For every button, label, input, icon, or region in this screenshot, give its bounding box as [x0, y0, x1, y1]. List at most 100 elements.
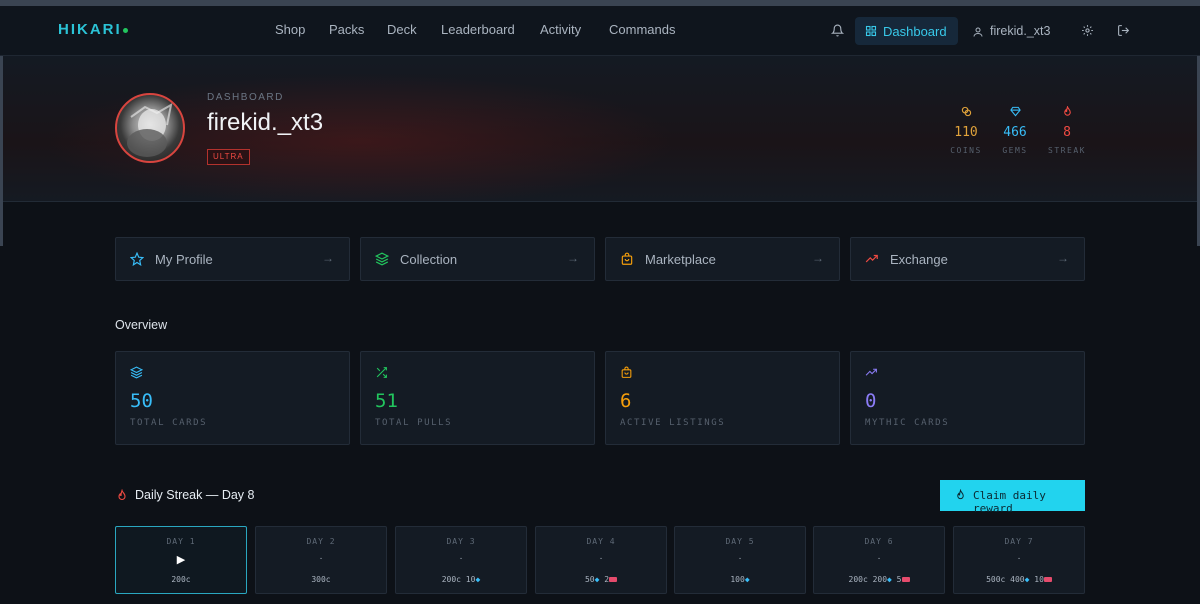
day-label: DAY 1: [166, 537, 196, 546]
day-status-dot: ·: [459, 553, 463, 564]
marketplace-label: Marketplace: [645, 252, 716, 267]
overview-heading: Overview: [115, 318, 168, 332]
online-status-dot: [123, 28, 128, 33]
flame-icon: [1062, 104, 1073, 121]
exchange-link[interactable]: Exchange →: [850, 237, 1085, 281]
flame-icon: [116, 488, 128, 507]
gem-icon: ◆: [475, 575, 481, 584]
claim-reward-button[interactable]: Claim daily reward: [940, 480, 1085, 515]
coins-value: 110: [954, 125, 978, 140]
streak-day-2[interactable]: DAY 2 · 300c: [255, 526, 387, 594]
day-label: DAY 3: [446, 537, 476, 546]
daily-streak-heading: Daily Streak — Day 8: [135, 488, 255, 502]
mythic-cards-label: MYTHIC CARDS: [865, 418, 950, 428]
day-label: DAY 2: [306, 537, 336, 546]
gear-icon[interactable]: [1081, 24, 1094, 42]
stat-gems: 466 GEMS: [999, 104, 1031, 155]
nav-leaderboard[interactable]: Leaderboard: [441, 22, 515, 37]
total-pulls-label: TOTAL PULLS: [375, 418, 453, 428]
coins-icon: [961, 104, 972, 121]
total-cards-value: 50: [130, 390, 153, 412]
day-status-dot: ·: [738, 553, 742, 564]
streak-value: 8: [1063, 125, 1071, 140]
shuffle-icon: [375, 366, 388, 384]
dashboard-button[interactable]: Dashboard: [855, 17, 958, 45]
username-link[interactable]: firekid._xt3: [990, 24, 1050, 38]
collection-link[interactable]: Collection →: [360, 237, 595, 281]
active-listings-value: 6: [620, 390, 632, 412]
arrow-right-icon: →: [567, 251, 579, 265]
avatar[interactable]: [115, 93, 185, 163]
arrow-right-icon: →: [322, 251, 334, 265]
day-reward: 100◆: [730, 575, 750, 584]
total-pulls-value: 51: [375, 390, 398, 412]
tier-badge: ULTRA: [207, 149, 250, 165]
streak-day-5[interactable]: DAY 5 · 100◆: [674, 526, 806, 594]
exchange-label: Exchange: [890, 252, 948, 267]
frame-edge-left: [0, 56, 3, 246]
day-label: DAY 6: [864, 537, 894, 546]
day-reward: 50◆ 2: [536, 575, 666, 584]
coins-label: COINS: [950, 146, 982, 155]
stat-coins: 110 COINS: [950, 104, 982, 155]
streak-day-4[interactable]: DAY 4 · 50◆ 2: [535, 526, 667, 594]
active-listings-label: ACTIVE LISTINGS: [620, 418, 726, 428]
total-pulls-card: 51 TOTAL PULLS: [360, 351, 595, 445]
nav-activity[interactable]: Activity: [540, 22, 581, 37]
bell-icon[interactable]: [830, 24, 845, 42]
day-reward: 300c: [311, 575, 331, 584]
top-navbar: HIKARI Shop Packs Deck Leaderboard Activ…: [0, 0, 1200, 56]
mythic-cards-card: 0 MYTHIC CARDS: [850, 351, 1085, 445]
ticket-icon: [1043, 577, 1052, 582]
shopping-bag-icon: [620, 366, 633, 384]
day-reward: 200c 10◆: [441, 575, 481, 584]
day-label: DAY 4: [586, 537, 616, 546]
day-reward: 200c: [171, 575, 191, 584]
ticket-icon: [609, 577, 618, 582]
nav-deck[interactable]: Deck: [387, 22, 417, 37]
streak-day-7[interactable]: DAY 7 · 500c 400◆ 10: [953, 526, 1085, 594]
brand-logo[interactable]: HIKARI: [58, 21, 122, 38]
star-icon: [129, 251, 145, 271]
gem-icon: ◆: [744, 575, 750, 584]
total-cards-label: TOTAL CARDS: [130, 418, 208, 428]
layers-icon: [129, 366, 144, 384]
streak-day-1[interactable]: DAY 1 ▶ 200c: [115, 526, 247, 594]
day-label: DAY 5: [725, 537, 755, 546]
arrow-right-icon: →: [812, 251, 824, 265]
flame-icon: [955, 488, 966, 504]
dashboard-label: Dashboard: [883, 24, 947, 39]
streak-day-3[interactable]: DAY 3 · 200c 10◆: [395, 526, 527, 594]
day-status-dot: ·: [877, 553, 881, 564]
day-reward: 200c 200◆ 5: [814, 575, 944, 584]
grid-icon: [865, 24, 877, 42]
stat-streak: 8 STREAK: [1046, 104, 1088, 155]
collection-label: Collection: [400, 252, 458, 267]
streak-day-6[interactable]: DAY 6 · 200c 200◆ 5: [813, 526, 945, 594]
day-label: DAY 7: [1004, 537, 1034, 546]
total-cards-card: 50 TOTAL CARDS: [115, 351, 350, 445]
my-profile-link[interactable]: My Profile →: [115, 237, 350, 281]
shopping-bag-icon: [620, 252, 634, 271]
marketplace-link[interactable]: Marketplace →: [605, 237, 840, 281]
logout-icon[interactable]: [1117, 24, 1130, 42]
ticket-icon: [901, 577, 910, 582]
gems-value: 466: [1003, 125, 1027, 140]
mythic-cards-value: 0: [865, 390, 877, 412]
active-listings-card: 6 ACTIVE LISTINGS: [605, 351, 840, 445]
arrow-right-icon: →: [1057, 251, 1069, 265]
day-status-dot: ·: [1017, 553, 1021, 564]
layers-icon: [374, 252, 390, 271]
day-status-dot: ·: [319, 553, 323, 564]
trending-up-icon: [865, 366, 878, 384]
streak-label: STREAK: [1048, 146, 1086, 155]
nav-commands[interactable]: Commands: [609, 22, 675, 37]
nav-packs[interactable]: Packs: [329, 22, 364, 37]
user-icon[interactable]: [972, 25, 984, 43]
trending-up-icon: [865, 252, 879, 271]
profile-name: firekid._xt3: [207, 109, 324, 136]
claim-reward-label: Claim daily reward: [973, 489, 1046, 515]
gems-label: GEMS: [1002, 146, 1028, 155]
nav-shop[interactable]: Shop: [275, 22, 305, 37]
page-kicker: DASHBOARD: [207, 92, 284, 103]
